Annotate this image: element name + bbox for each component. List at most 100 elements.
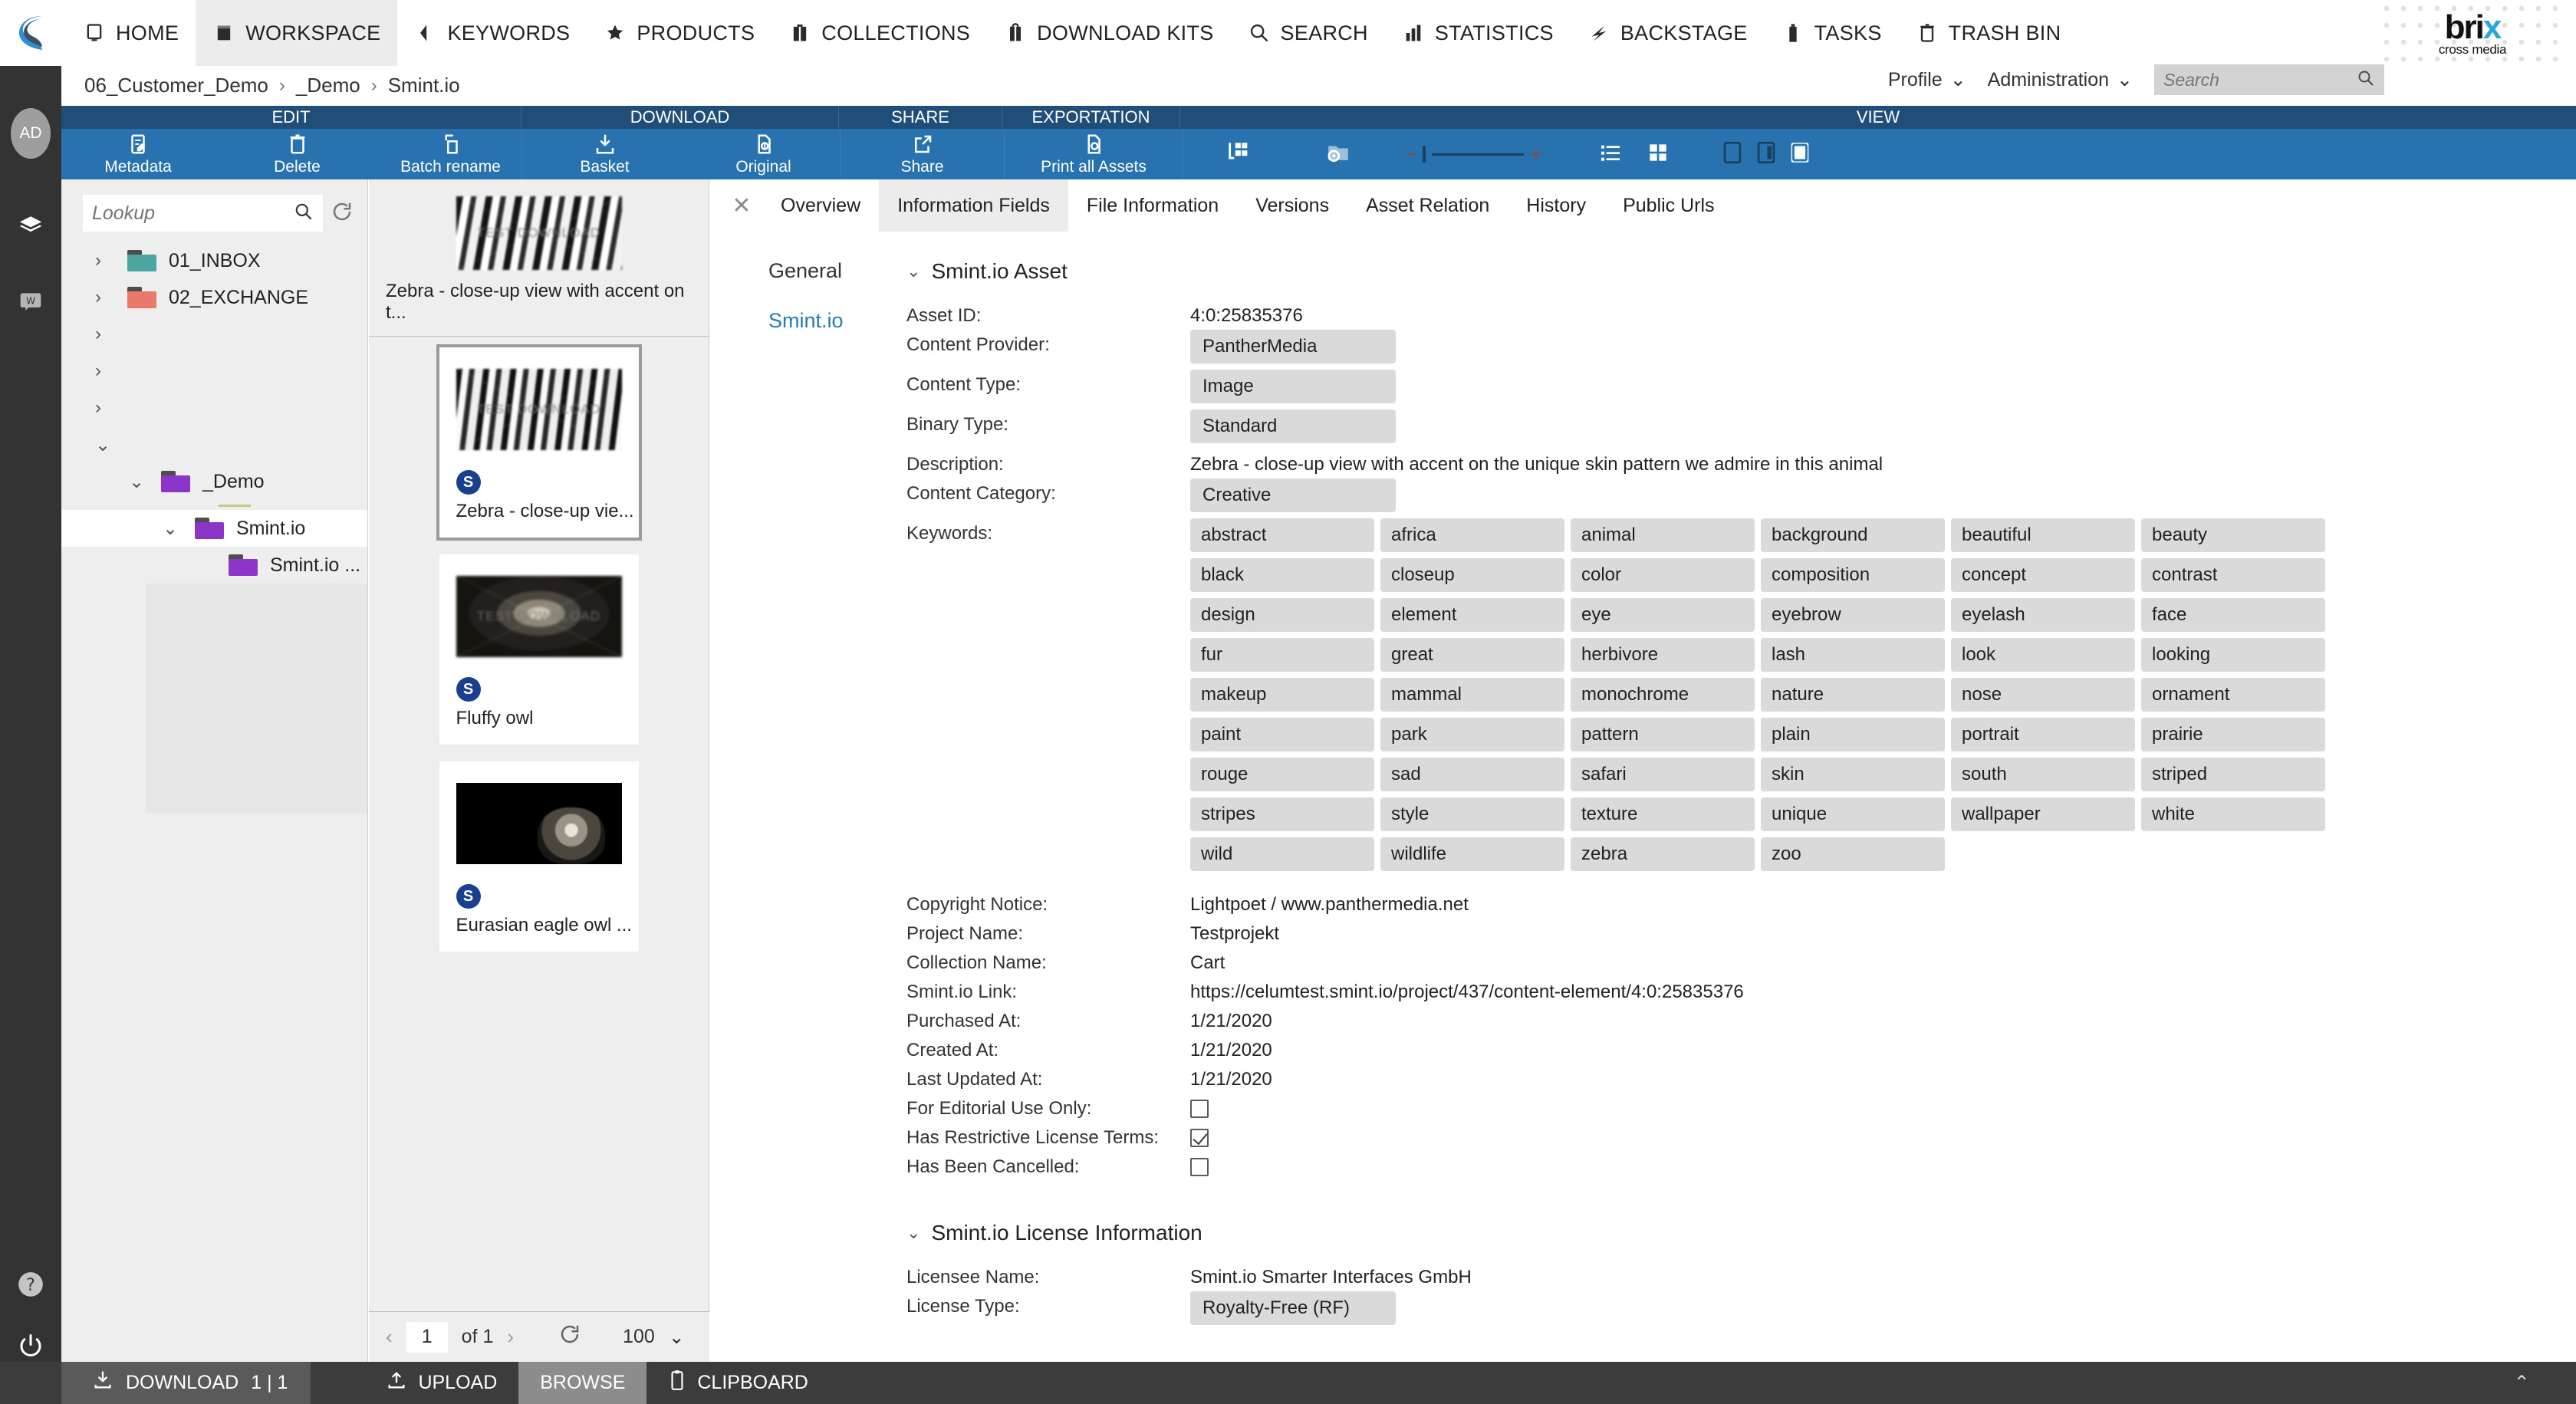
layout-split-icon[interactable] — [1753, 140, 1779, 169]
nav-item-search[interactable]: SEARCH — [1231, 0, 1385, 66]
chevron-down-icon[interactable]: ⌄ — [906, 261, 920, 281]
profile-menu[interactable]: Profile ⌄ — [1888, 68, 1966, 91]
keyword-chip[interactable]: monochrome — [1571, 678, 1755, 712]
search-icon[interactable] — [294, 202, 314, 225]
list-view-icon[interactable] — [1598, 140, 1623, 169]
keyword-chip[interactable]: looking — [2141, 638, 2325, 672]
tab-overview[interactable]: Overview — [762, 179, 879, 232]
tab-file-information[interactable]: File Information — [1068, 179, 1237, 232]
keyword-chip[interactable]: abstract — [1190, 518, 1374, 552]
nav-item-trash-bin[interactable]: TRASH BIN — [1899, 0, 2078, 66]
nav-item-download-kits[interactable]: DOWNLOAD KITS — [987, 0, 1230, 66]
tab-public-urls[interactable]: Public Urls — [1604, 179, 1732, 232]
keyword-chip[interactable]: plain — [1761, 718, 1945, 751]
keyword-chip[interactable]: nature — [1761, 678, 1945, 712]
keyword-chip[interactable]: color — [1571, 558, 1755, 592]
keyword-chip[interactable]: closeup — [1380, 558, 1564, 592]
asset-card[interactable]: TEST DOWNLOAD S Zebra - close-up vie... — [436, 344, 642, 541]
keyword-chip[interactable]: ornament — [2141, 678, 2325, 712]
field-group-header-smint-io-asset[interactable]: ⌄ Smint.io Asset — [906, 259, 2576, 284]
keyword-chip[interactable]: herbivore — [1571, 638, 1755, 672]
keyword-chip[interactable]: paint — [1190, 718, 1374, 751]
keyword-chip[interactable]: beautiful — [1951, 518, 2135, 552]
keyword-chip[interactable]: wild — [1190, 837, 1374, 871]
keyword-chip[interactable]: safari — [1571, 758, 1755, 791]
share-button[interactable]: Share — [841, 129, 1004, 179]
tree-node-02-exchange[interactable]: › 02_EXCHANGE — [61, 279, 367, 316]
asset-card[interactable]: S Eurasian eagle owl ... — [439, 761, 639, 952]
global-search-box[interactable] — [2154, 64, 2384, 95]
nav-item-home[interactable]: HOME — [66, 0, 196, 66]
chevron-down-icon[interactable]: ⌄ — [129, 471, 144, 493]
tree-node-empty-3[interactable]: › — [61, 353, 367, 390]
keyword-chip[interactable]: skin — [1761, 758, 1945, 791]
chevron-down-icon[interactable]: ⌄ — [906, 1223, 920, 1243]
page-number-input[interactable]: 1 — [406, 1321, 448, 1353]
keyword-chip[interactable]: sad — [1380, 758, 1564, 791]
keyword-chip[interactable]: pattern — [1571, 718, 1755, 751]
tree-node-empty-4[interactable]: › — [61, 390, 367, 426]
zoom-out-button[interactable]: − — [1405, 144, 1416, 164]
keyword-chip[interactable]: south — [1951, 758, 2135, 791]
tree-node-01-inbox[interactable]: › 01_INBOX — [61, 242, 367, 279]
tree-node-empty-2[interactable]: › — [61, 316, 367, 353]
nav-item-products[interactable]: PRODUCTS — [587, 0, 771, 66]
search-icon[interactable] — [2357, 69, 2375, 91]
keyword-chip[interactable]: face — [2141, 598, 2325, 632]
keyword-chip[interactable]: nose — [1951, 678, 2135, 712]
keyword-chip[interactable]: fur — [1190, 638, 1374, 672]
tab-versions[interactable]: Versions — [1237, 179, 1347, 232]
breadcrumb-item-1[interactable]: _Demo — [296, 74, 360, 97]
keyword-chip[interactable]: black — [1190, 558, 1374, 592]
field-checkbox[interactable] — [1190, 1129, 1209, 1147]
keyword-chip[interactable]: style — [1380, 797, 1564, 831]
keyword-chip[interactable]: park — [1380, 718, 1564, 751]
chevron-right-icon[interactable]: › — [95, 360, 109, 382]
keyword-chip[interactable]: eye — [1571, 598, 1755, 632]
asset-card[interactable]: TEST DOWNLOAD S Fluffy owl — [439, 554, 639, 745]
keyword-chip[interactable]: look — [1951, 638, 2135, 672]
keyword-chip[interactable]: eyebrow — [1761, 598, 1945, 632]
layout-single-icon[interactable] — [1719, 140, 1745, 169]
keyword-chip[interactable]: background — [1761, 518, 1945, 552]
keyword-chip[interactable]: design — [1190, 598, 1374, 632]
help-icon[interactable]: ? — [0, 1254, 61, 1315]
chevron-down-icon[interactable]: ⌄ — [163, 518, 178, 540]
zoom-in-button[interactable]: + — [1530, 144, 1541, 164]
keyword-chip[interactable]: mammal — [1380, 678, 1564, 712]
asset-folder-icon[interactable] — [1325, 140, 1351, 169]
refresh-icon[interactable] — [558, 1323, 581, 1351]
next-page-button[interactable]: › — [507, 1325, 514, 1349]
tree-scroll-thumb[interactable] — [219, 505, 251, 507]
keyword-chip[interactable]: concept — [1951, 558, 2135, 592]
keyword-chip[interactable]: wallpaper — [1951, 797, 2135, 831]
clipboard-button[interactable]: CLIPBOARD — [646, 1362, 829, 1404]
breadcrumb-item-0[interactable]: 06_Customer_Demo — [84, 74, 268, 97]
tree-node-smint-io-[interactable]: Smint.io ... — [61, 547, 367, 584]
grid-view-icon[interactable] — [1646, 140, 1670, 169]
print-all-assets-button[interactable]: Print all Assets — [1005, 129, 1183, 179]
keyword-chip[interactable]: contrast — [2141, 558, 2325, 592]
keyword-chip[interactable]: stripes — [1190, 797, 1374, 831]
page-size-value[interactable]: 100 — [623, 1326, 655, 1348]
avatar[interactable]: AD — [11, 108, 51, 159]
keyword-chip[interactable]: eyelash — [1951, 598, 2135, 632]
keyword-chip[interactable]: wildlife — [1380, 837, 1564, 871]
keyword-chip[interactable]: texture — [1571, 797, 1755, 831]
tree-view-icon[interactable] — [1225, 140, 1252, 169]
chevron-down-icon[interactable]: ⌄ — [669, 1326, 685, 1349]
basket-button[interactable]: Basket — [522, 129, 687, 179]
tab-asset-relation[interactable]: Asset Relation — [1347, 179, 1508, 232]
keyword-chip[interactable]: portrait — [1951, 718, 2135, 751]
metadata-button[interactable]: Metadata — [61, 129, 215, 179]
zoom-slider-track[interactable] — [1432, 153, 1525, 156]
keyword-chip[interactable]: animal — [1571, 518, 1755, 552]
administration-menu[interactable]: Administration ⌄ — [1988, 68, 2133, 91]
nav-item-statistics[interactable]: STATISTICS — [1385, 0, 1571, 66]
nav-item-workspace[interactable]: WORKSPACE — [196, 0, 398, 66]
field-group-header-smint-io-license-information[interactable]: ⌄ Smint.io License Information — [906, 1221, 2576, 1245]
field-checkbox[interactable] — [1190, 1100, 1209, 1118]
keyword-chip[interactable]: beauty — [2141, 518, 2325, 552]
lookup-input[interactable] — [92, 202, 268, 225]
browse-button[interactable]: BROWSE — [518, 1362, 647, 1404]
